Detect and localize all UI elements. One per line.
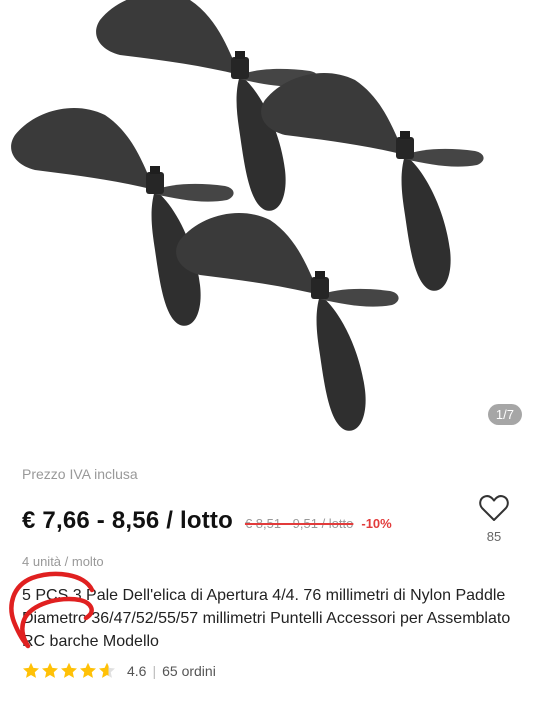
star-icon — [61, 662, 77, 678]
heart-icon — [479, 495, 509, 521]
star-rating — [22, 662, 117, 679]
star-icon — [80, 662, 96, 678]
rating-row[interactable]: 4.6 | 65 ordini — [22, 662, 216, 679]
rating-score: 4.6 — [127, 662, 147, 679]
star-icon — [23, 662, 39, 678]
discount-badge: -10% — [361, 516, 392, 531]
price-range: € 7,66 - 8,56 / lotto — [22, 507, 233, 534]
product-title: 5 PCS 3 Pale Dell'elica di Apertura 4/4.… — [22, 587, 511, 650]
product-image — [11, 0, 484, 431]
product-image-gallery[interactable]: 1/7 — [0, 0, 540, 440]
divider: | — [152, 662, 157, 679]
lot-size: 4 unità / molto — [22, 554, 104, 569]
star-icon — [42, 662, 58, 678]
price-row: € 7,66 - 8,56 / lotto € 8,51 - 9,51 / lo… — [22, 507, 392, 535]
original-price: € 8,51 - 9,51 / lotto — [244, 516, 354, 531]
order-count: 65 ordini — [162, 662, 216, 679]
wishlist-button[interactable]: 85 — [476, 494, 512, 544]
wishlist-count: 85 — [486, 529, 502, 544]
vat-note: Prezzo IVA inclusa — [22, 466, 138, 482]
star-half-icon — [99, 662, 115, 678]
image-counter: 1/7 — [487, 404, 522, 425]
